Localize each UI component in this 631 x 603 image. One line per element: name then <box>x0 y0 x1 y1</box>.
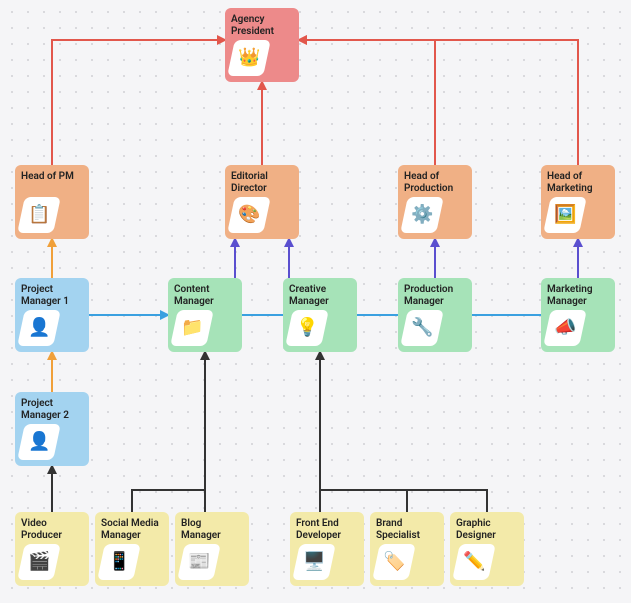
node-marketing-mgr[interactable]: Marketing Manager 📣 <box>541 278 615 352</box>
node-creative-mgr[interactable]: Creative Manager 💡 <box>283 278 357 352</box>
head-production-icon: ⚙️ <box>411 206 433 224</box>
production-mgr-icon: 🔧 <box>411 319 433 337</box>
connection <box>299 40 435 165</box>
node-icon-wrap: ⚙️ <box>400 197 444 233</box>
node-icon-wrap: 👑 <box>227 40 271 76</box>
node-pm2[interactable]: Project Manager 2 👤 <box>15 392 89 466</box>
head-marketing-icon: 🖼️ <box>554 206 576 224</box>
node-label: Project Manager 1 <box>21 284 83 308</box>
node-icon-wrap: 👤 <box>17 310 61 346</box>
connection <box>52 40 225 165</box>
pm2-icon: 👤 <box>28 433 50 451</box>
node-label: Front End Developer <box>296 518 358 542</box>
agency-president-icon: 👑 <box>238 49 260 67</box>
node-icon-wrap: 💡 <box>285 310 329 346</box>
node-label: Project Manager 2 <box>21 398 83 422</box>
node-video-producer[interactable]: Video Producer 🎬 <box>15 512 89 586</box>
node-label: Creative Manager <box>289 284 351 308</box>
node-label: Graphic Designer <box>456 518 518 542</box>
editorial-director-icon: 🎨 <box>238 206 260 224</box>
node-label: Head of PM <box>21 171 83 195</box>
graphic-designer-icon: ✏️ <box>463 553 485 571</box>
node-content-mgr[interactable]: Content Manager 📁 <box>168 278 242 352</box>
connection <box>299 40 578 165</box>
content-mgr-icon: 📁 <box>181 319 203 337</box>
node-label: Marketing Manager <box>547 284 609 308</box>
node-icon-wrap: 🏷️ <box>372 544 416 580</box>
node-label: Head of Production <box>404 171 466 195</box>
node-label: Blog Manager <box>181 518 243 542</box>
social-media-icon: 📱 <box>108 553 130 571</box>
node-editorial-director[interactable]: Editorial Director 🎨 <box>225 165 299 239</box>
connection <box>320 352 487 512</box>
node-icon-wrap: 🖥️ <box>292 544 336 580</box>
node-head-pm[interactable]: Head of PM 📋 <box>15 165 89 239</box>
node-icon-wrap: 🎨 <box>227 197 271 233</box>
head-pm-icon: 📋 <box>28 206 50 224</box>
node-icon-wrap: 📁 <box>170 310 214 346</box>
frontend-dev-icon: 🖥️ <box>303 553 325 571</box>
node-icon-wrap: 👤 <box>17 424 61 460</box>
node-label: Video Producer <box>21 518 83 542</box>
node-label: Production Manager <box>404 284 466 308</box>
marketing-mgr-icon: 📣 <box>554 319 576 337</box>
node-blog-mgr[interactable]: Blog Manager 📰 <box>175 512 249 586</box>
creative-mgr-icon: 💡 <box>296 319 318 337</box>
node-icon-wrap: 📱 <box>97 544 141 580</box>
node-label: Brand Specialist <box>376 518 438 542</box>
node-icon-wrap: 🔧 <box>400 310 444 346</box>
node-icon-wrap: 🖼️ <box>543 197 587 233</box>
node-head-production[interactable]: Head of Production ⚙️ <box>398 165 472 239</box>
node-agency-president[interactable]: Agency President 👑 <box>225 8 299 82</box>
node-brand-spec[interactable]: Brand Specialist 🏷️ <box>370 512 444 586</box>
node-label: Agency President <box>231 14 293 38</box>
node-pm1[interactable]: Project Manager 1 👤 <box>15 278 89 352</box>
node-production-mgr[interactable]: Production Manager 🔧 <box>398 278 472 352</box>
node-label: Editorial Director <box>231 171 293 195</box>
node-social-media[interactable]: Social Media Manager 📱 <box>95 512 169 586</box>
node-frontend-dev[interactable]: Front End Developer 🖥️ <box>290 512 364 586</box>
node-label: Head of Marketing <box>547 171 609 195</box>
blog-mgr-icon: 📰 <box>188 553 210 571</box>
node-head-marketing[interactable]: Head of Marketing 🖼️ <box>541 165 615 239</box>
node-icon-wrap: 📰 <box>177 544 221 580</box>
connection <box>320 352 407 512</box>
node-icon-wrap: ✏️ <box>452 544 496 580</box>
connection <box>132 352 205 512</box>
node-icon-wrap: 📋 <box>17 197 61 233</box>
node-label: Content Manager <box>174 284 236 308</box>
node-icon-wrap: 📣 <box>543 310 587 346</box>
org-chart-canvas: { "nodes": { "agency_president": { "labe… <box>0 0 631 603</box>
brand-spec-icon: 🏷️ <box>383 553 405 571</box>
pm1-icon: 👤 <box>28 319 50 337</box>
node-label: Social Media Manager <box>101 518 163 542</box>
node-icon-wrap: 🎬 <box>17 544 61 580</box>
node-graphic-designer[interactable]: Graphic Designer ✏️ <box>450 512 524 586</box>
video-producer-icon: 🎬 <box>28 553 50 571</box>
